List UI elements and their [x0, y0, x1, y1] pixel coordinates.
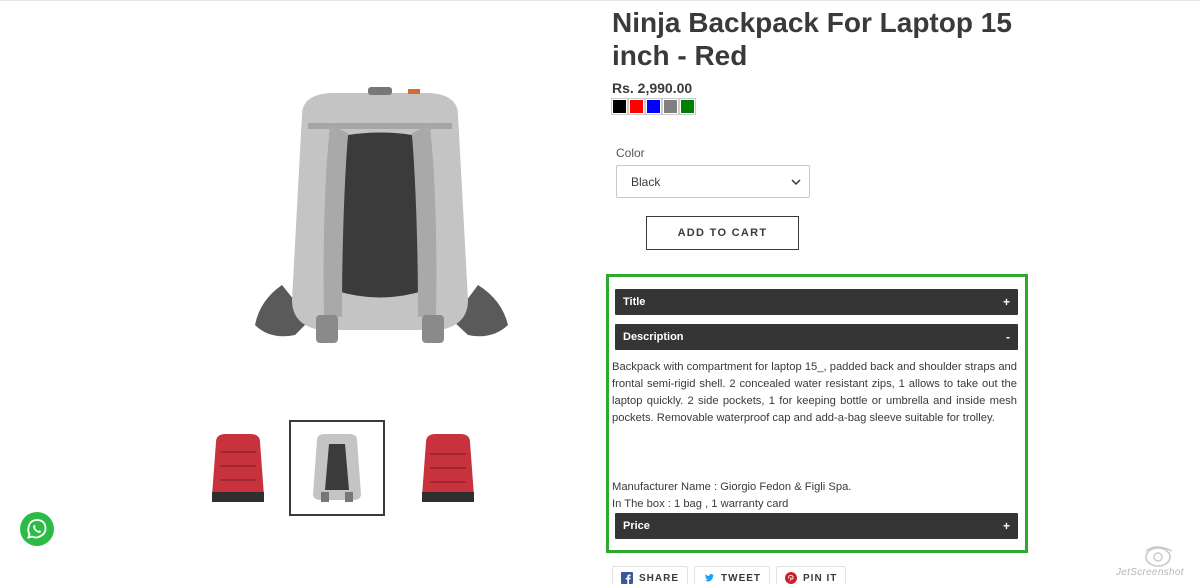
twitter-share-button[interactable]: TWEET — [694, 566, 771, 584]
product-details-accordion: Title + Description - Backpack with comp… — [606, 274, 1028, 553]
backpack-back-image — [255, 87, 508, 343]
swatch-blue[interactable] — [645, 98, 662, 115]
thumbnail-grey-back[interactable] — [289, 420, 385, 516]
accordion-price-label: Price — [623, 520, 650, 532]
backpack-red-image — [212, 434, 264, 502]
add-to-cart-button[interactable]: ADD TO CART — [646, 216, 799, 250]
product-price: Rs. 2,990.00 — [612, 80, 693, 96]
thumbnail-red-side[interactable] — [400, 420, 496, 516]
swatch-grey[interactable] — [662, 98, 679, 115]
swatch-red[interactable] — [628, 98, 645, 115]
top-divider — [0, 0, 1200, 1]
thumbnail-gallery — [190, 420, 490, 516]
pinterest-share-button[interactable]: PIN IT — [776, 566, 847, 584]
expand-icon: + — [1002, 519, 1010, 533]
accordion-title-header[interactable]: Title + — [615, 289, 1018, 315]
facebook-icon — [621, 572, 633, 584]
twitter-icon — [703, 572, 715, 584]
accordion-description-label: Description — [623, 331, 684, 343]
facebook-share-button[interactable]: SHARE — [612, 566, 689, 584]
backpack-grey-image — [313, 434, 361, 502]
manufacturer-text: Manufacturer Name : Giorgio Fedon & Figl… — [612, 481, 852, 493]
swatch-green[interactable] — [679, 98, 696, 115]
share-buttons: SHARE TWEET PIN IT — [612, 566, 847, 584]
accordion-title-label: Title — [623, 296, 646, 308]
facebook-share-label: SHARE — [639, 572, 680, 584]
pinterest-share-label: PIN IT — [803, 572, 838, 584]
color-swatches — [611, 98, 696, 115]
main-product-image[interactable] — [230, 85, 530, 365]
chevron-down-icon — [791, 176, 801, 190]
whatsapp-icon — [27, 519, 47, 539]
watermark-text: JetScreenshot — [1116, 567, 1184, 578]
product-title: Ninja Backpack For Laptop 15 inch - Red — [612, 7, 1012, 71]
twitter-share-label: TWEET — [721, 572, 762, 584]
color-select[interactable]: Black — [616, 165, 810, 198]
swatch-black[interactable] — [611, 98, 628, 115]
color-select-value: Black — [631, 174, 661, 189]
description-text: Backpack with compartment for laptop 15_… — [612, 361, 1017, 424]
backpack-red-alt-image — [422, 434, 474, 502]
thumbnail-red-front[interactable] — [190, 420, 286, 516]
accordion-price-header[interactable]: Price + — [615, 513, 1018, 539]
whatsapp-chat-button[interactable] — [20, 512, 54, 546]
in-the-box-text: In The box : 1 bag , 1 warranty card — [612, 498, 789, 510]
camera-lens-icon — [1145, 546, 1173, 567]
pinterest-icon — [785, 572, 798, 584]
color-label: Color — [616, 146, 645, 160]
collapse-icon: - — [1006, 330, 1010, 344]
accordion-description-header[interactable]: Description - — [615, 324, 1018, 350]
product-page: Ninja Backpack For Laptop 15 inch - Red … — [0, 0, 1200, 584]
expand-icon: + — [1002, 295, 1010, 309]
